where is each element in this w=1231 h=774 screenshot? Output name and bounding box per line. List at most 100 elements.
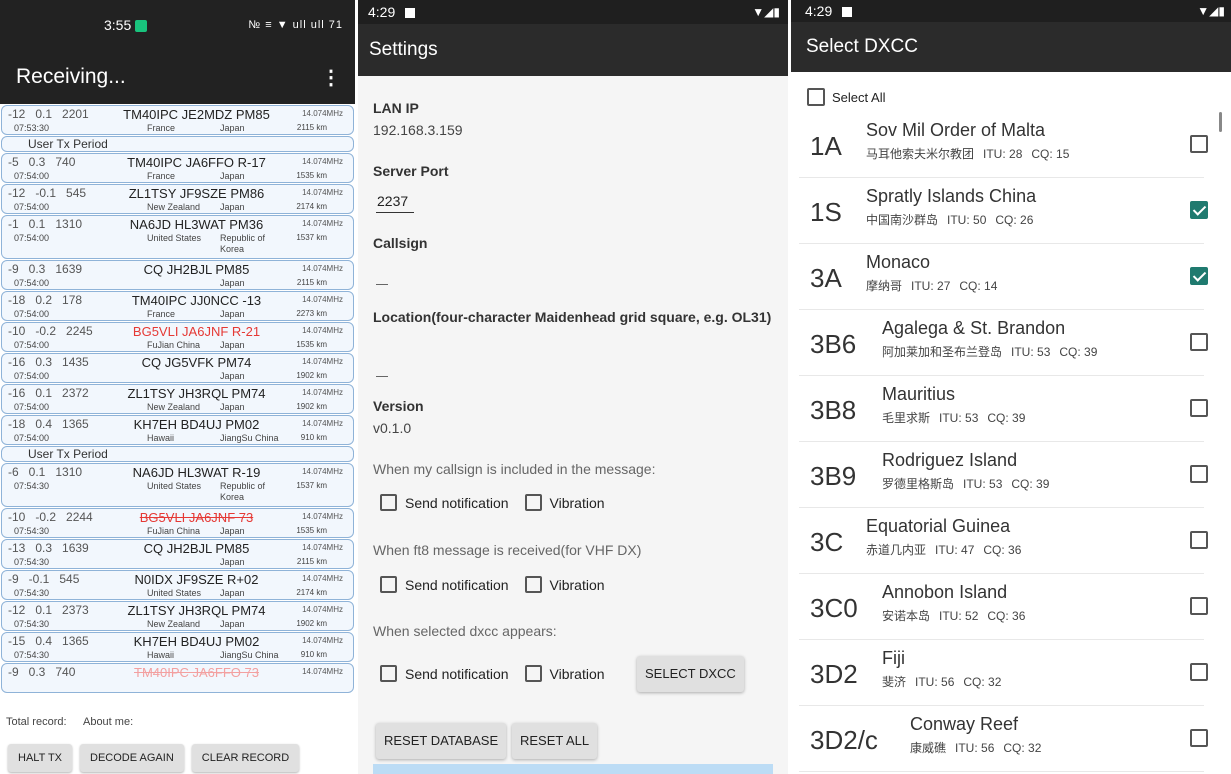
dxcc-checkbox[interactable] — [1190, 729, 1208, 747]
overflow-menu-icon[interactable]: ⋮ — [321, 65, 341, 90]
message-list[interactable]: -12 0.1 2201 TM40IPC JE2MDZ PM85 14.074MHz 07… — [0, 104, 355, 696]
dxcc-item[interactable]: 3B8 Mauritius 毛里求斯 ITU: 53 CQ: 39 — [799, 376, 1208, 442]
app-bar: Settings — [358, 24, 788, 76]
dxcc-name: Sov Mil Order of Malta — [866, 120, 1046, 140]
message-text: KH7EH BD4UJ PM02 — [133, 417, 260, 432]
timestamp: 07:54:00 — [14, 340, 50, 350]
app-bar: Select DXCC — [791, 22, 1231, 72]
message-text: TM40IPC JE2MDZ PM85 — [123, 107, 270, 122]
distance: 1902 km — [296, 371, 327, 380]
message-row[interactable]: -5 0.3 740 TM40IPC JA6FFO R-17 14.074MHz 07:5… — [1, 153, 354, 183]
dxcc-name: Rodriguez Island — [882, 450, 1018, 470]
timestamp: 07:53:30 — [14, 123, 50, 133]
dxcc-checkbox[interactable] — [1190, 267, 1208, 285]
dxcc-checkbox[interactable] — [1190, 399, 1208, 417]
to-country: Japan — [220, 171, 245, 181]
receiving-screen: 3:55 № ≡ ▼ ull ull 71 Receiving... ⋮ -12… — [0, 0, 355, 774]
message-text: TM40IPC JA6FFO 73 — [134, 665, 259, 680]
dxcc-item[interactable]: 3B9 Rodriguez Island 罗德里格斯岛 ITU: 53 CQ: 39 — [799, 442, 1208, 508]
dxcc-details: 康威礁 ITU: 56 CQ: 32 — [910, 739, 1050, 756]
message-row[interactable]: -9 0.3 740 TM40IPC JA6FFO 73 14.074MHz — [1, 663, 354, 693]
select-all-row[interactable]: Select All — [807, 88, 885, 106]
frequency: 14.074MHz — [302, 636, 343, 645]
frequency: 14.074MHz — [302, 543, 343, 552]
message-row[interactable]: -13 0.3 1639 CQ JH2BJL PM85 14.074MHz 07:54:3… — [1, 539, 354, 569]
message-row[interactable]: -18 0.4 1365 KH7EH BD4UJ PM02 14.074MHz 07:54… — [1, 415, 354, 445]
clear-record-button[interactable]: CLEAR RECORD — [191, 744, 300, 772]
dxcc-prefix: 1A — [810, 131, 842, 161]
server-port-label: Server Port — [373, 163, 449, 179]
dxcc-name: Equatorial Guinea — [866, 516, 1011, 536]
dxcc-checkbox[interactable] — [1190, 531, 1208, 549]
tx-period-row[interactable]: User Tx Period — [1, 446, 354, 462]
dxcc-details: 赤道几内亚 ITU: 47 CQ: 36 — [866, 541, 1030, 558]
dxcc-checkbox[interactable] — [1190, 597, 1208, 615]
vibration-checkbox[interactable] — [524, 665, 542, 682]
send-notification-checkbox[interactable] — [380, 494, 397, 511]
message-row[interactable]: -9 -0.1 545 N0IDX JF9SZE R+02 14.074MHz 07:54… — [1, 570, 354, 600]
dxcc-prefix: 3C0 — [810, 593, 858, 623]
dxcc-cq: CQ: 32 — [1003, 741, 1042, 755]
dxcc-prefix: 3A — [810, 263, 842, 293]
callsign-input[interactable] — [376, 284, 388, 285]
from-country: FuJian China — [147, 526, 201, 536]
dxcc-checkbox[interactable] — [1190, 201, 1208, 219]
location-input[interactable] — [376, 376, 388, 377]
dxcc-item[interactable]: 3A Monaco 摩纳哥 ITU: 27 CQ: 14 — [799, 244, 1208, 310]
reset-all-button[interactable]: RESET ALL — [512, 723, 598, 759]
dxcc-name: Monaco — [866, 252, 931, 272]
dxcc-notify-hint: When selected dxcc appears: — [373, 623, 557, 639]
dxcc-prefix: 1S — [810, 197, 842, 227]
message-row[interactable]: -15 0.4 1365 KH7EH BD4UJ PM02 14.074MHz 07:54… — [1, 632, 354, 662]
message-row[interactable]: -12 -0.1 545 ZL1TSY JF9SZE PM86 14.074MHz 07:… — [1, 184, 354, 214]
dxcc-item[interactable]: 1S Spratly Islands China 中国南沙群岛 ITU: 50 CQ: … — [799, 178, 1208, 244]
message-row[interactable]: -6 0.1 1310 NA6JD HL3WAT R-19 14.074MHz 07:54… — [1, 463, 354, 507]
decode-again-button[interactable]: DECODE AGAIN — [80, 744, 184, 772]
dxcc-details: 安诺本岛 ITU: 52 CQ: 36 — [882, 607, 1034, 624]
message-row[interactable]: -9 0.3 1639 CQ JH2BJL PM85 14.074MHz 07:54:00… — [1, 260, 354, 290]
dxcc-checkbox[interactable] — [1190, 135, 1208, 153]
timestamp: 07:54:30 — [14, 650, 50, 660]
dxcc-item[interactable]: 3D2 Fiji 斐济 ITU: 56 CQ: 32 — [799, 640, 1208, 706]
message-row[interactable]: -12 0.1 2201 TM40IPC JE2MDZ PM85 14.074MHz 07… — [1, 105, 354, 135]
dxcc-checkbox[interactable] — [1190, 465, 1208, 483]
message-row[interactable]: -10 -0.2 2244 BG5VLI JA6JNF 73 14.074MHz 07:5… — [1, 508, 354, 538]
dxcc-checkbox[interactable] — [1190, 663, 1208, 681]
tx-period-row[interactable]: User Tx Period — [1, 136, 354, 152]
dxcc-item[interactable]: 3C Equatorial Guinea 赤道几内亚 ITU: 47 CQ: 36 — [799, 508, 1208, 574]
dxcc-checkbox[interactable] — [1190, 333, 1208, 351]
to-country: Japan — [220, 309, 245, 319]
page-title: Settings — [369, 39, 438, 60]
dxcc-item[interactable]: 1A Sov Mil Order of Malta 马耳他索夫米尔教团 ITU: 28… — [799, 112, 1208, 178]
dxcc-itu: ITU: 53 — [1011, 345, 1051, 359]
select-dxcc-button[interactable]: SELECT DXCC — [637, 656, 744, 692]
timestamp: 07:54:00 — [14, 171, 50, 181]
frequency: 14.074MHz — [302, 388, 343, 397]
select-all-checkbox[interactable] — [807, 88, 825, 106]
dxcc-item[interactable]: 3C0 Annobon Island 安诺本岛 ITU: 52 CQ: 36 — [799, 574, 1208, 640]
dxcc-notify-options: Send notification Vibration — [380, 665, 605, 682]
send-notification-checkbox[interactable] — [380, 665, 397, 682]
vibration-checkbox[interactable] — [524, 494, 542, 511]
halt-tx-button[interactable]: HALT TX — [8, 744, 73, 772]
send-notification-checkbox[interactable] — [380, 576, 397, 593]
frequency: 14.074MHz — [302, 295, 343, 304]
vibration-checkbox[interactable] — [524, 576, 542, 593]
message-row[interactable]: -16 0.1 2372 ZL1TSY JH3RQL PM74 14.074MHz 07:… — [1, 384, 354, 414]
server-port-input[interactable]: 2237 — [377, 193, 408, 209]
scrollbar[interactable] — [1219, 112, 1222, 132]
reset-database-button[interactable]: RESET DATABASE — [376, 723, 507, 759]
dxcc-item[interactable]: 3D2/c Conway Reef 康威礁 ITU: 56 CQ: 32 — [799, 706, 1208, 772]
message-row[interactable]: -12 0.1 2373 ZL1TSY JH3RQL PM74 14.074MHz 07:… — [1, 601, 354, 631]
dxcc-item[interactable]: 3B6 Agalega & St. Brandon 阿加莱加和圣布兰登岛 ITU: 5… — [799, 310, 1208, 376]
frequency: 14.074MHz — [302, 605, 343, 614]
timestamp: 07:54:00 — [14, 202, 50, 212]
message-row[interactable]: -16 0.3 1435 CQ JG5VFK PM74 14.074MHz 07:54:0… — [1, 353, 354, 383]
message-row[interactable]: -1 0.1 1310 NA6JD HL3WAT PM36 14.074MHz 07:54… — [1, 215, 354, 259]
callsign-notify-options: Send notification Vibration — [380, 494, 605, 511]
notification-icon — [405, 8, 416, 19]
status-icons: № ≡ ▼ ull ull 71 — [248, 19, 343, 31]
message-row[interactable]: -10 -0.2 2245 BG5VLI JA6JNF R-21 14.074MHz 07… — [1, 322, 354, 352]
dxcc-itu: ITU: 56 — [955, 741, 995, 755]
message-row[interactable]: -18 0.2 178 TM40IPC JJ0NCC -13 14.074MHz 07:5… — [1, 291, 354, 321]
